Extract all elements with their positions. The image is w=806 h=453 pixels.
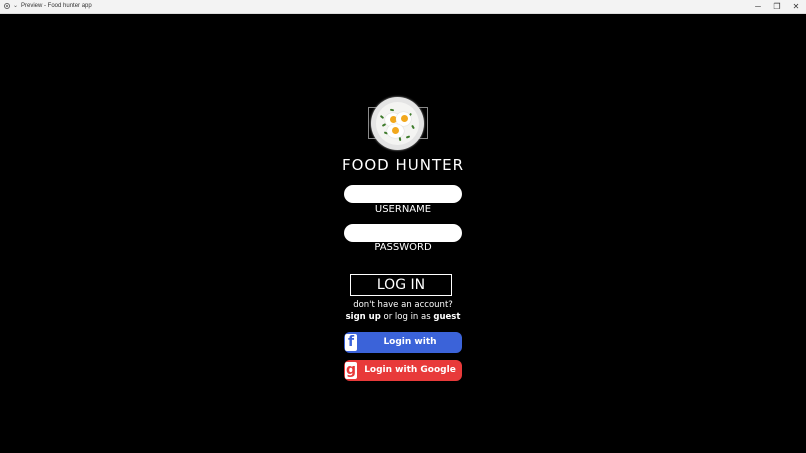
password-label: PASSWORD [374,242,432,253]
window-title: Preview - Food hunter app [21,3,92,9]
facebook-icon: f [345,334,357,351]
maximize-button[interactable]: ❐ [767,0,787,13]
app-title: FOOD HUNTER [341,156,465,174]
google-login-button[interactable]: g Login with Google [344,360,462,381]
google-icon: g [345,362,357,379]
alternative-login-line: sign up or log in as guest [0,312,806,322]
fried-eggs-plate-logo [371,97,424,150]
password-input[interactable] [344,224,462,242]
no-account-text: don't have an account? [353,300,453,310]
sign-up-link[interactable]: sign up [346,312,381,322]
egg-yolk [392,127,399,134]
app-icon [4,3,10,9]
herb-garnish [389,108,395,112]
egg-yolk [401,115,408,122]
username-input[interactable] [344,185,462,203]
or-log-in-as-text: or log in as [380,312,434,322]
herb-garnish [379,114,385,120]
google-login-label: Login with Google [364,365,456,375]
facebook-login-label: Login with Facebook [383,337,437,347]
close-button[interactable]: ✕ [786,0,806,13]
window-titlebar: ⌄ Preview - Food hunter app ─ ❐ ✕ [0,0,806,14]
facebook-login-button[interactable]: f Login with Facebook [344,332,462,353]
herb-garnish [398,136,402,142]
minimize-button[interactable]: ─ [748,0,768,13]
herb-garnish [405,135,411,139]
guest-link[interactable]: guest [433,312,460,322]
plate-center [376,102,419,145]
username-label: USERNAME [374,204,432,215]
herb-garnish [411,124,415,130]
chevron-down-icon[interactable]: ⌄ [13,2,18,9]
login-button[interactable]: LOG IN [350,274,452,296]
